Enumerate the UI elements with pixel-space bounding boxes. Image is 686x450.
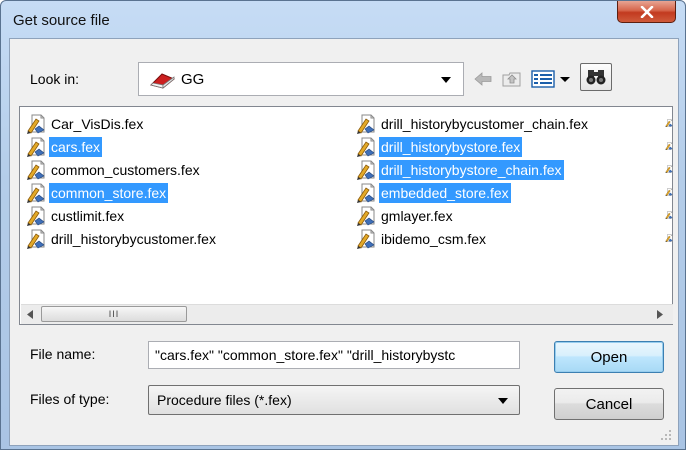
fex-file-icon: [665, 188, 673, 196]
fex-file-icon: [665, 142, 673, 150]
list-item[interactable]: common_customers.fex: [26, 159, 202, 181]
window-title: Get source file: [13, 12, 110, 29]
fex-file-icon: [665, 234, 673, 242]
file-name: ibidemo_csm.fex: [381, 231, 487, 247]
dialog-window: Get source file Look in: GG Car_VisDis.f…: [0, 0, 686, 450]
close-icon: [640, 5, 653, 18]
fex-file-icon: [665, 211, 673, 219]
fex-file-icon: [357, 160, 375, 180]
file-name: gmlayer.fex: [381, 208, 453, 224]
file-name: cars.fex: [49, 137, 103, 157]
file-name: drill_historybystore_chain.fex: [379, 160, 564, 180]
fex-file-icon: [357, 206, 375, 226]
list-item[interactable]: Car_VisDis.fex: [26, 113, 145, 135]
fex-file-icon: [357, 229, 375, 249]
file-name: embedded_store.fex: [379, 183, 511, 203]
up-folder-button[interactable]: [500, 64, 524, 94]
fex-file-icon[interactable]: [665, 206, 674, 226]
scroll-right-arrow-icon[interactable]: [657, 310, 663, 319]
back-arrow-icon: [474, 72, 492, 86]
list-item[interactable]: gmlayer.fex: [356, 205, 455, 227]
fex-file-icon[interactable]: [665, 229, 674, 249]
chevron-down-icon: [498, 398, 508, 404]
scroll-left-arrow-icon[interactable]: [27, 310, 33, 319]
fex-file-icon: [27, 206, 45, 226]
resize-grip-icon[interactable]: [660, 429, 672, 441]
fex-file-icon: [665, 165, 673, 173]
fex-file-icon: [27, 229, 45, 249]
fex-file-icon: [27, 183, 45, 203]
file-name: common_customers.fex: [51, 162, 200, 178]
file-type-dropdown[interactable]: Procedure files (*.fex): [148, 385, 520, 415]
fex-file-icon: [27, 137, 45, 157]
horizontal-scrollbar[interactable]: III: [21, 304, 673, 324]
fex-file-icon[interactable]: [665, 137, 674, 157]
list-item[interactable]: drill_historybystore_chain.fex: [356, 159, 564, 181]
file-name: common_store.fex: [49, 183, 169, 203]
look-in-value: GG: [181, 71, 205, 88]
list-item[interactable]: custlimit.fex: [26, 205, 126, 227]
fex-file-icon: [27, 160, 45, 180]
fex-file-icon: [357, 183, 375, 203]
file-name-input[interactable]: [148, 341, 520, 369]
binoculars-icon: [586, 70, 606, 85]
open-button[interactable]: Open: [554, 341, 664, 373]
file-name: drill_historybycustomer.fex: [51, 231, 216, 247]
scroll-thumb-grip: III: [108, 309, 120, 319]
up-folder-icon: [502, 72, 521, 87]
details-view-icon: [531, 70, 570, 88]
list-item[interactable]: ibidemo_csm.fex: [356, 228, 488, 250]
file-name: Car_VisDis.fex: [51, 116, 144, 132]
fex-file-icon: [665, 119, 673, 127]
folder-book-icon: [150, 73, 175, 89]
cancel-button[interactable]: Cancel: [554, 388, 664, 420]
file-type-label: Files of type:: [30, 391, 110, 407]
fex-file-icon[interactable]: [665, 160, 674, 180]
scrollbar-thumb[interactable]: III: [41, 306, 187, 322]
file-list[interactable]: Car_VisDis.fex cars.fex common_customers.f…: [19, 106, 673, 325]
fex-file-icon: [27, 114, 45, 134]
file-name: drill_historybystore.fex: [379, 137, 523, 157]
fex-file-icon: [357, 137, 375, 157]
file-type-value: Procedure files (*.fex): [157, 392, 292, 408]
fex-file-icon[interactable]: [665, 114, 674, 134]
list-item[interactable]: common_store.fex: [26, 182, 169, 204]
list-item[interactable]: drill_historybycustomer_chain.fex: [356, 113, 590, 135]
look-in-dropdown[interactable]: GG: [138, 62, 464, 96]
file-name-label: File name:: [30, 346, 96, 362]
file-name: custlimit.fex: [51, 208, 125, 224]
back-button[interactable]: [470, 64, 496, 94]
fex-file-icon: [357, 114, 375, 134]
view-menu-button[interactable]: [530, 64, 576, 94]
list-item[interactable]: drill_historybystore.fex: [356, 136, 523, 158]
list-item[interactable]: cars.fex: [26, 136, 103, 158]
chevron-down-icon: [441, 77, 451, 83]
list-item[interactable]: drill_historybycustomer.fex: [26, 228, 218, 250]
fex-file-icon[interactable]: [665, 183, 674, 203]
file-name: drill_historybycustomer_chain.fex: [381, 116, 588, 132]
look-in-label: Look in:: [30, 71, 80, 87]
close-button[interactable]: [617, 1, 676, 23]
find-button[interactable]: [580, 63, 612, 91]
dialog-client: Look in: GG Car_VisDis.fex cars.fex comm…: [9, 38, 679, 446]
title-bar[interactable]: Get source file: [1, 1, 685, 39]
list-item[interactable]: embedded_store.fex: [356, 182, 511, 204]
